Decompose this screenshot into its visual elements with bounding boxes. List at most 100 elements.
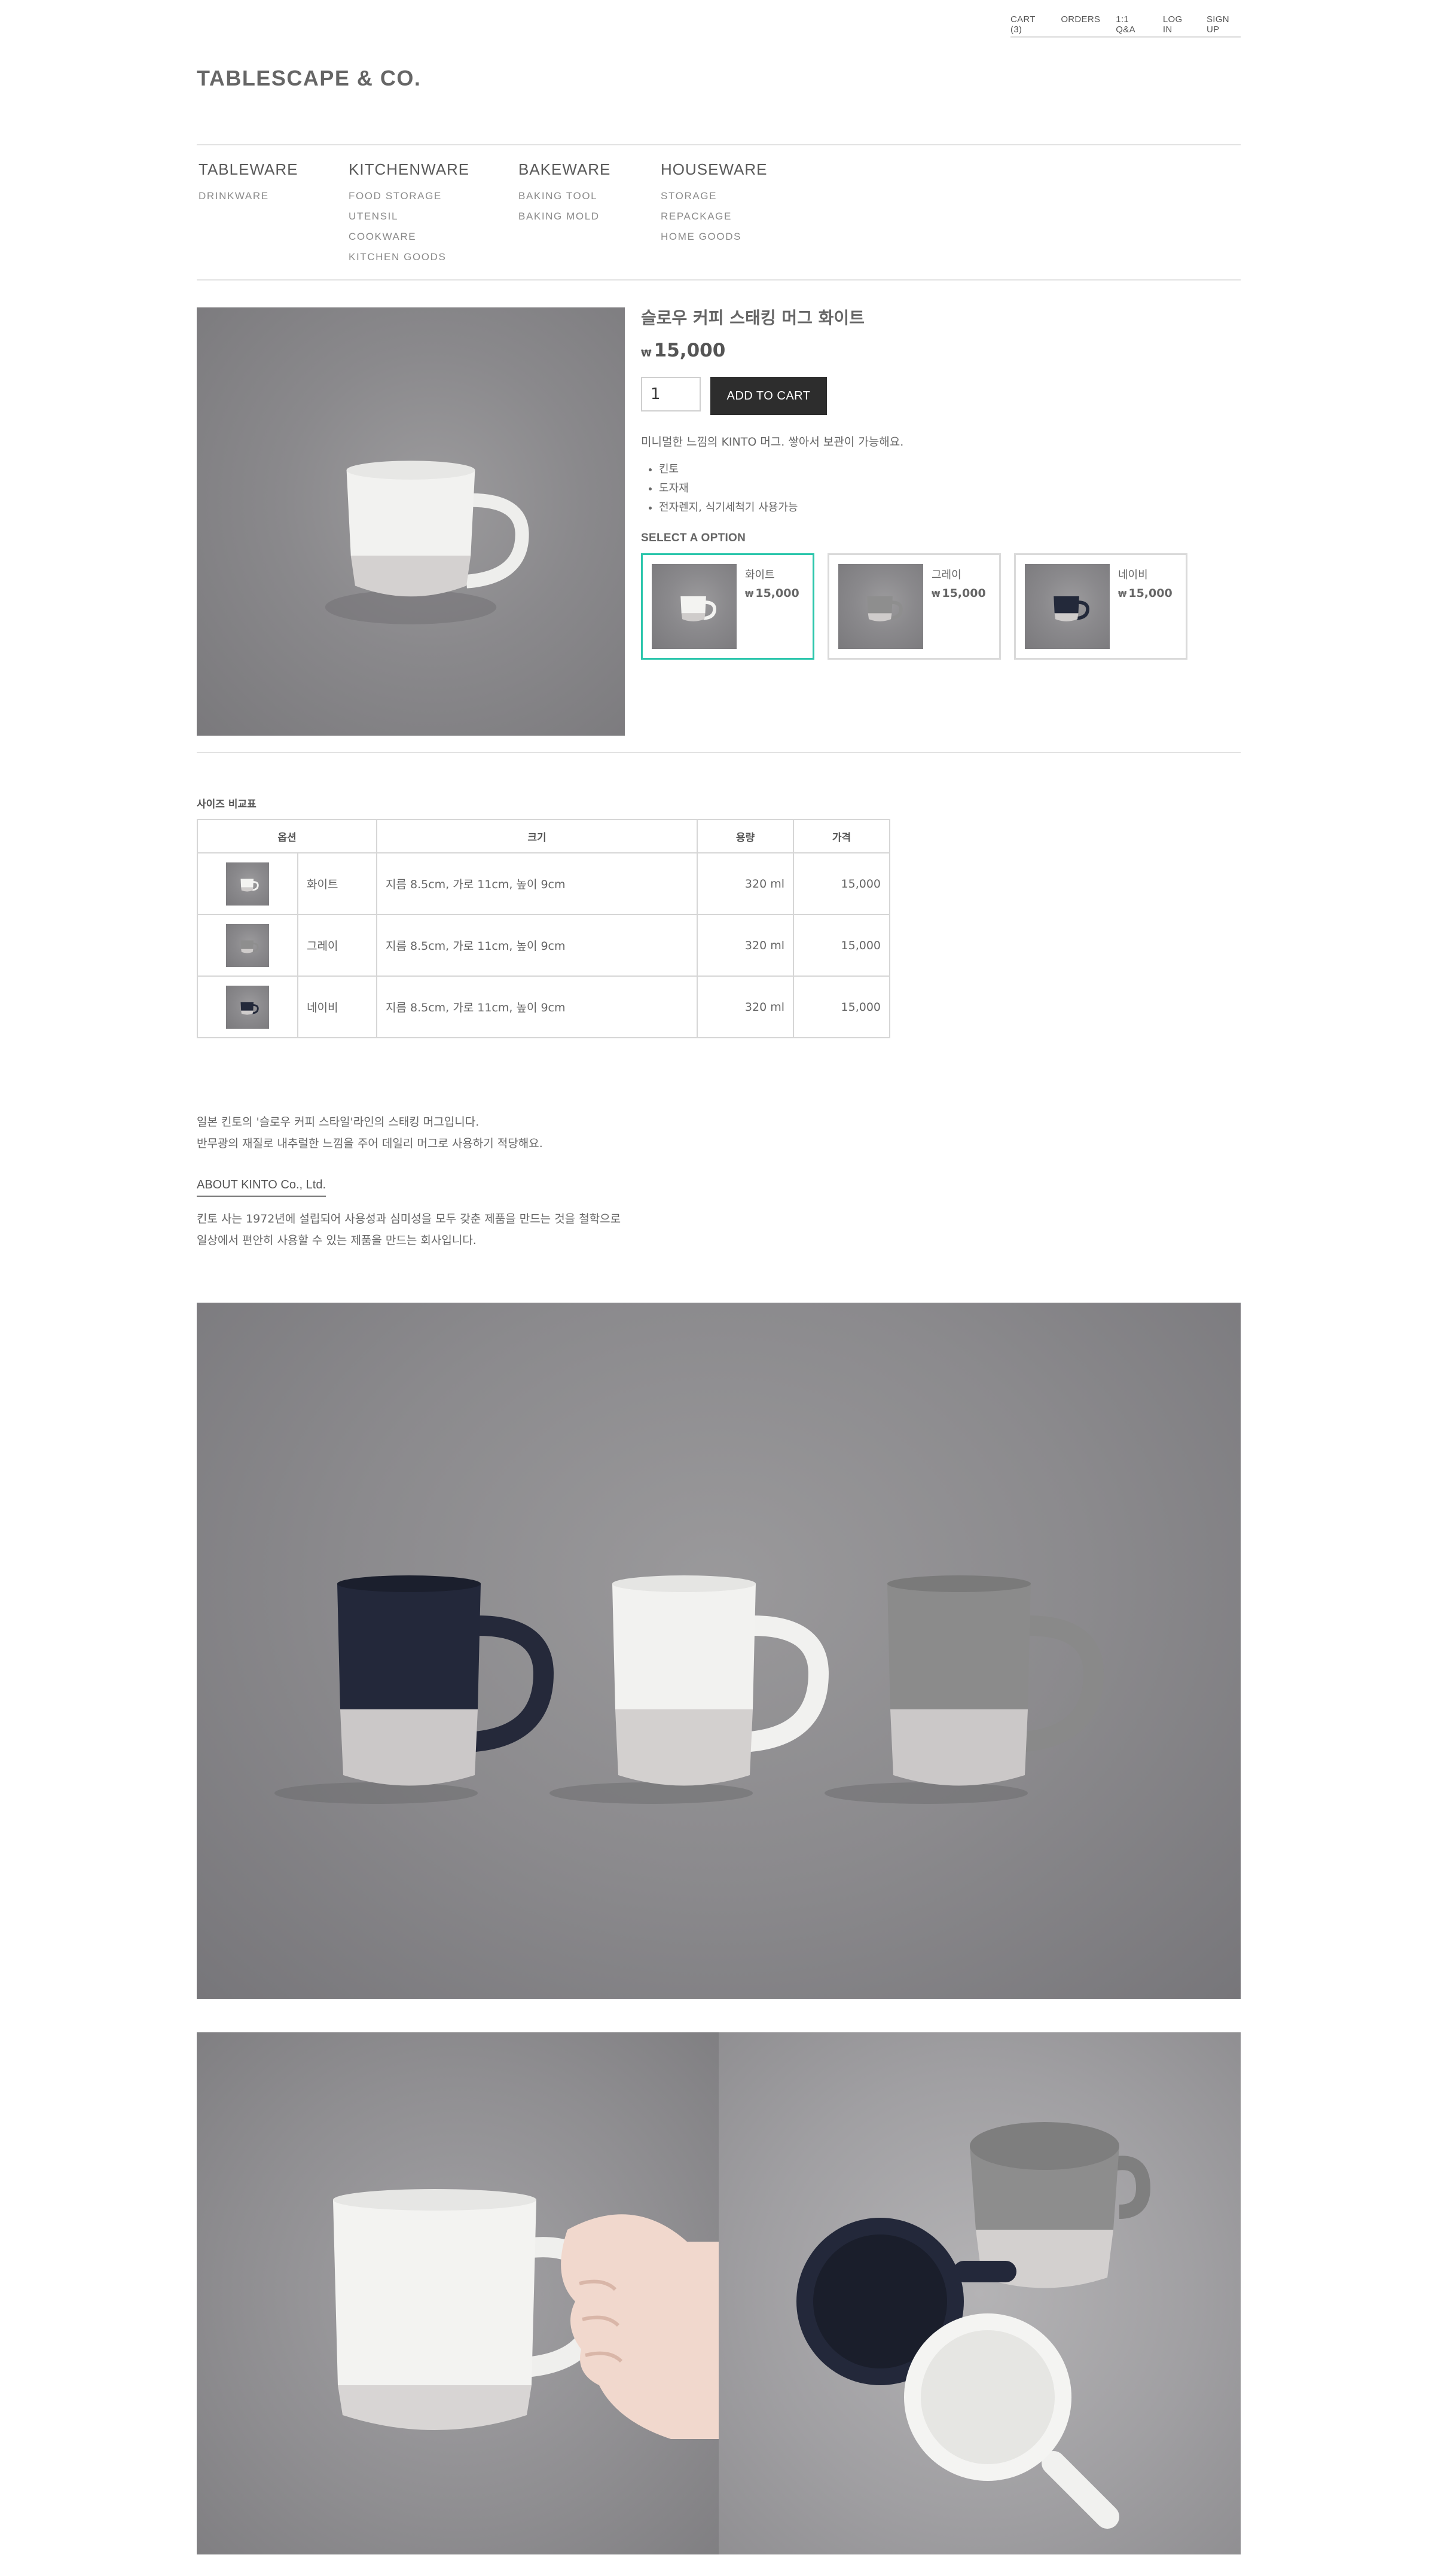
subcategory-link-baking-mold[interactable]: BAKING MOLD [518, 206, 661, 227]
mug-icon [1054, 596, 1089, 621]
mug-icon [680, 596, 716, 621]
option-price-value: 15,000 [1128, 587, 1173, 600]
hand-holding-mug-photo [197, 2032, 719, 2554]
orders-link[interactable]: ORDERS [1061, 8, 1100, 36]
table-row: 화이트 지름 8.5cm, 가로 11cm, 높이 9cm 320 ml 15,… [197, 852, 890, 915]
option-price: ₩15,000 [1118, 587, 1173, 600]
size-table-title: 사이즈 비교표 [197, 798, 257, 810]
product-divider [197, 752, 1241, 753]
product-description: 미니멀한 느낌의 KINTO 머그. 쌓아서 보관이 가능해요. [641, 435, 904, 449]
row-capacity: 320 ml [697, 914, 794, 977]
feature-item: 도자재 [659, 479, 1239, 498]
signup-link[interactable]: SIGN UP [1207, 8, 1241, 36]
mug-icon [240, 1001, 259, 1015]
category-kitchenware: KITCHENWARE FOOD STORAGE UTENSIL COOKWAR… [349, 160, 518, 267]
add-to-cart-button[interactable]: ADD TO CART [710, 377, 827, 415]
option-thumbnail [838, 564, 923, 649]
table-header-row: 옵션 크기 용량 가격 [197, 819, 890, 853]
row-option-name: 그레이 [297, 914, 377, 977]
row-size: 지름 8.5cm, 가로 11cm, 높이 9cm [376, 975, 698, 1038]
product-features: 킨토 도자재 전자렌지, 식기세척기 사용가능 [641, 460, 1239, 517]
feature-item: 킨토 [659, 460, 1239, 479]
row-price: 15,000 [793, 852, 890, 915]
category-link-houseware[interactable]: HOUSEWARE [661, 160, 810, 179]
currency-symbol: ₩ [1118, 590, 1127, 599]
option-text: 그레이 ₩15,000 [932, 564, 986, 649]
category-nav: TABLEWARE DRINKWARE KITCHENWARE FOOD STO… [199, 160, 810, 267]
row-thumbnail-cell [197, 914, 298, 977]
header-price: 가격 [793, 819, 890, 853]
category-link-kitchenware[interactable]: KITCHENWARE [349, 160, 518, 179]
category-link-tableware[interactable]: TABLEWARE [199, 160, 349, 179]
story-line: 일본 킨토의 '슬로우 커피 스타일'라인의 스태킹 머그입니다. [197, 1115, 480, 1129]
product-price: ₩15,000 [641, 340, 1239, 361]
option-list: 화이트 ₩15,000 그레이 ₩15,000 네이비 ₩15,000 [641, 553, 1239, 660]
option-name: 화이트 [745, 569, 775, 581]
qna-link[interactable]: 1:1 Q&A [1116, 8, 1147, 36]
product-main-image [197, 307, 625, 736]
option-white[interactable]: 화이트 ₩15,000 [641, 553, 814, 660]
option-price: ₩15,000 [745, 587, 799, 600]
option-thumbnail [1025, 564, 1110, 649]
row-thumbnail-cell [197, 852, 298, 915]
mug-icon [867, 596, 903, 621]
login-link[interactable]: LOG IN [1163, 8, 1191, 36]
option-gray[interactable]: 그레이 ₩15,000 [828, 553, 1001, 660]
cart-link[interactable]: CART (3) [1010, 8, 1045, 36]
subcategory-link-storage[interactable]: STORAGE [661, 186, 810, 206]
subcategory-link-kitchen-goods[interactable]: KITCHEN GOODS [349, 247, 518, 267]
row-thumbnail [226, 985, 269, 1029]
mug-icon [240, 940, 259, 953]
about-line: 킨토 사는 1972년에 설립되어 사용성과 심미성을 모두 갖춘 제품을 만드… [197, 1212, 621, 1225]
header-size: 크기 [376, 819, 698, 853]
row-option-name: 화이트 [297, 852, 377, 915]
hand-mug-illustration [333, 2189, 719, 2439]
table-row: 네이비 지름 8.5cm, 가로 11cm, 높이 9cm 320 ml 15,… [197, 975, 890, 1038]
white-mug-illustration [325, 461, 529, 624]
currency-symbol: ₩ [745, 590, 754, 599]
subcategory-link-utensil[interactable]: UTENSIL [349, 206, 518, 227]
category-bakeware: BAKEWARE BAKING TOOL BAKING MOLD [518, 160, 661, 267]
row-thumbnail-cell [197, 975, 298, 1038]
mugs-top-view-photo [719, 2032, 1241, 2554]
subcategory-link-food-storage[interactable]: FOOD STORAGE [349, 186, 518, 206]
story-line: 반무광의 재질로 내추럴한 느낌을 주어 데일리 머그로 사용하기 적당해요. [197, 1137, 543, 1150]
about-line: 일상에서 편안히 사용할 수 있는 제품을 만드는 회사입니다. [197, 1234, 477, 1247]
about-text: 킨토 사는 1972년에 설립되어 사용성과 심미성을 모두 갖춘 제품을 만드… [197, 1208, 621, 1251]
row-capacity: 320 ml [697, 975, 794, 1038]
option-text: 네이비 ₩15,000 [1118, 564, 1173, 649]
currency-symbol: ₩ [932, 590, 941, 599]
option-price-value: 15,000 [942, 587, 986, 600]
about-heading: ABOUT KINTO Co., Ltd. [197, 1178, 326, 1197]
subcategory-link-home-goods[interactable]: HOME GOODS [661, 227, 810, 247]
product-info: 슬로우 커피 스태킹 머그 화이트 ₩15,000 ADD TO CART 미니… [641, 305, 1239, 660]
category-tableware: TABLEWARE DRINKWARE [199, 160, 349, 267]
row-price: 15,000 [793, 975, 890, 1038]
row-size: 지름 8.5cm, 가로 11cm, 높이 9cm [376, 914, 698, 977]
subcategory-link-repackage[interactable]: REPACKAGE [661, 206, 810, 227]
utility-nav: CART (3) ORDERS 1:1 Q&A LOG IN SIGN UP [1010, 8, 1241, 38]
row-option-name: 네이비 [297, 975, 377, 1038]
quantity-input[interactable] [641, 377, 701, 411]
option-thumbnail [652, 564, 737, 649]
product-story: 일본 킨토의 '슬로우 커피 스타일'라인의 스태킹 머그입니다. 반무광의 재… [197, 1111, 543, 1154]
subcategory-link-baking-tool[interactable]: BAKING TOOL [518, 186, 661, 206]
header-capacity: 용량 [697, 819, 794, 853]
site-logo[interactable]: TABLESCAPE & CO. [197, 66, 421, 91]
size-table: 옵션 크기 용량 가격 화이트 지름 8.5cm, 가로 11cm, 높이 9c… [197, 819, 890, 1038]
row-thumbnail [226, 923, 269, 967]
option-navy[interactable]: 네이비 ₩15,000 [1014, 553, 1187, 660]
option-name: 네이비 [1118, 569, 1148, 581]
option-price-value: 15,000 [755, 587, 799, 600]
category-link-bakeware[interactable]: BAKEWARE [518, 160, 661, 179]
subcategory-link-drinkware[interactable]: DRINKWARE [199, 186, 349, 206]
category-houseware: HOUSEWARE STORAGE REPACKAGE HOME GOODS [661, 160, 810, 267]
subcategory-link-cookware[interactable]: COOKWARE [349, 227, 518, 247]
feature-item: 전자렌지, 식기세척기 사용가능 [659, 498, 1239, 517]
nav-divider [197, 279, 1241, 281]
top-view-illustration [796, 2122, 1151, 2529]
row-capacity: 320 ml [697, 852, 794, 915]
three-mugs-photo [197, 1303, 1241, 1999]
option-price: ₩15,000 [932, 587, 986, 600]
price-value: 15,000 [654, 340, 726, 361]
